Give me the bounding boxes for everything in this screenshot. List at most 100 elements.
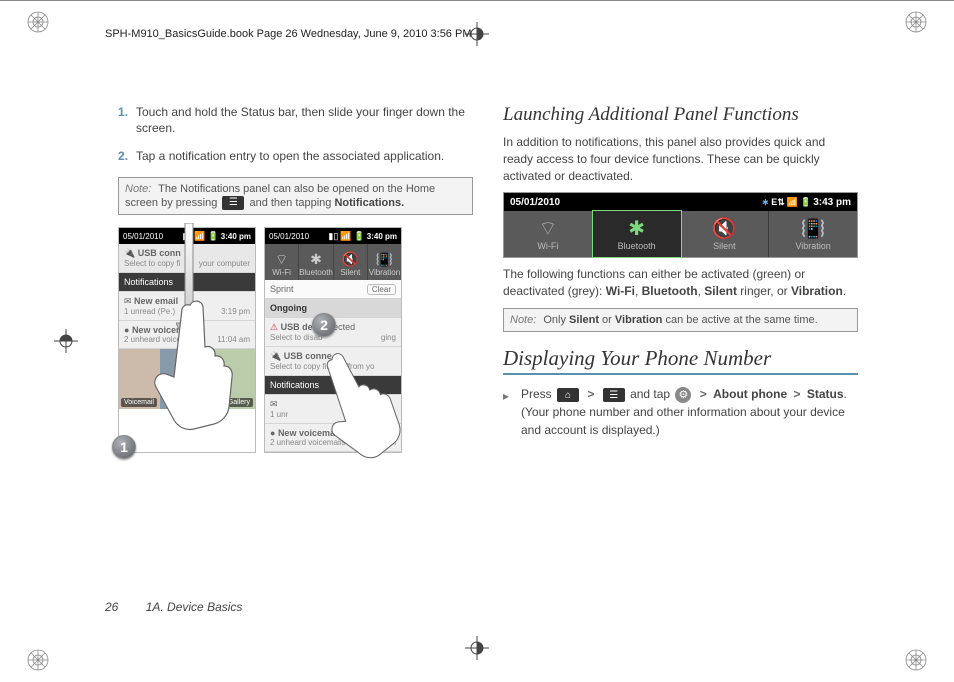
- toggle-wifi: Wi-Fi: [272, 268, 291, 277]
- phone1-email: New email: [134, 296, 178, 306]
- phone1-email-time: 3:19 pm: [221, 307, 250, 316]
- para-functions-list: The following functions can either be ac…: [503, 266, 858, 300]
- silent-icon: 🔇: [334, 250, 367, 268]
- crop-rosette-top-right: [904, 10, 928, 34]
- thumb-gallery: Gallery: [225, 398, 253, 407]
- figure-row: 05/01/2010 ▮▯📶🔋3:40 pm 🔌 USB conn Select…: [118, 227, 473, 453]
- instr-and-tap: and tap: [630, 387, 673, 401]
- chapter-title: 1A. Device Basics: [146, 600, 243, 614]
- bluetooth-icon: ✱: [299, 250, 333, 268]
- p2-voicemail: New voicemails: [278, 428, 345, 438]
- usb-conn: USB conne: [284, 351, 332, 361]
- battery-icon: 🔋: [800, 197, 811, 208]
- usb-dbg-sub: Select to disab: [270, 333, 322, 342]
- b-wifi: Wi-Fi: [606, 284, 635, 298]
- phone1-usb-sub2: your computer: [199, 259, 250, 268]
- phone2-notifications-header: Notifications: [265, 376, 401, 395]
- vibration-icon: 📳: [769, 217, 857, 241]
- note-silent-vibration: Note: Only Silent or Vibration can be ac…: [503, 308, 858, 332]
- toggle-bluetooth: Bluetooth: [299, 268, 333, 277]
- func-silent: Silent: [713, 241, 736, 251]
- thumb-voicemail: Voicemail: [121, 398, 157, 407]
- note2-c: can be active at the same time.: [662, 314, 817, 326]
- p2-vm-sub: 2 unheard voicemails: [270, 438, 346, 447]
- phone1-usb-title: USB conn: [138, 248, 181, 258]
- callout-1: 1: [112, 435, 136, 459]
- page-number: 26: [105, 600, 118, 614]
- crop-rosette-bottom-right: [904, 648, 928, 672]
- status-label: Status: [807, 387, 844, 401]
- instr-press: Press: [521, 387, 555, 401]
- b-bt: Bluetooth: [642, 284, 698, 298]
- function-panel-screenshot: 05/01/2010 ∗E⇅📶🔋3:43 pm ⌔Wi-Fi ✱Bluetoot…: [503, 192, 858, 258]
- func-wifi: Wi-Fi: [537, 241, 558, 251]
- menu-key-icon: ☰: [603, 388, 625, 402]
- crop-line-top: [0, 0, 954, 1]
- p2-mid: ringer, or: [737, 284, 791, 298]
- toggle-vibration: Vibration: [369, 268, 400, 277]
- note-notifications-panel: Note: The Notifications panel can also b…: [118, 177, 473, 216]
- about-phone-label: About phone: [713, 387, 787, 401]
- b-silent: Silent: [704, 284, 737, 298]
- note2-b2: Vibration: [615, 314, 662, 326]
- gt-3: >: [793, 387, 800, 401]
- phone1-home-thumbnails: Voicemail Gallery: [119, 349, 255, 409]
- silent-icon: 🔇: [681, 217, 769, 241]
- bt-status-icon: ∗: [762, 197, 770, 208]
- phone1-usb-sub: Select to copy fi: [124, 259, 180, 268]
- bluetooth-icon: ✱: [593, 217, 681, 241]
- wifi-icon: ⌔: [265, 250, 298, 268]
- note2-b1: Silent: [569, 314, 599, 326]
- phone1-email-sub: 1 unread (Pe.): [124, 307, 175, 316]
- note-text-after: and then tapping: [249, 197, 334, 209]
- func-time: 3:43 pm: [813, 197, 851, 208]
- phone1-time: 3:40 pm: [221, 232, 251, 241]
- p2-email-sub2: (Pe.): [379, 410, 396, 419]
- swipe-down-arrow-icon: [176, 223, 202, 353]
- func-vibration: Vibration: [795, 241, 830, 251]
- note-bold-notifications: Notifications.: [334, 197, 404, 209]
- registration-mark-bottom: [465, 636, 489, 660]
- left-column: Touch and hold the Status bar, then slid…: [118, 104, 473, 614]
- phone1-vm-time: 11:04 am: [217, 335, 250, 344]
- usb-dbg-sub2: ging: [381, 333, 396, 342]
- heading-displaying-phone-number: Displaying Your Phone Number: [503, 346, 858, 375]
- menu-key-icon: ☰: [222, 196, 244, 210]
- usb-conn-sub: Select to copy files to/from yo: [270, 362, 375, 371]
- signal-icon: 📶: [787, 197, 798, 208]
- triangle-bullet-icon: ▸: [503, 387, 509, 405]
- phone2-date: 05/01/2010: [269, 232, 309, 241]
- gt-2: >: [700, 387, 707, 401]
- phone-screenshot-2: 05/01/2010 ▮▯📶🔋3:40 pm ⌔Wi-Fi ✱Bluetooth…: [264, 227, 402, 453]
- callout-2: 2: [312, 313, 336, 337]
- step-2: Tap a notification entry to open the ass…: [118, 148, 473, 164]
- note-label: Note:: [125, 183, 151, 195]
- page-header-filename: SPH-M910_BasicsGuide.book Page 26 Wednes…: [105, 28, 472, 40]
- clear-button-mock: Clear: [367, 284, 396, 295]
- note2-b: or: [599, 314, 615, 326]
- home-key-icon: ⌂: [557, 388, 579, 402]
- gt-1: >: [587, 387, 594, 401]
- crop-rosette-bottom-left: [26, 648, 50, 672]
- para-panel-intro: In addition to notifications, this panel…: [503, 134, 858, 184]
- p2-email-sub: 1 unr: [270, 410, 288, 419]
- page-footer: 26 1A. Device Basics: [105, 600, 242, 614]
- phone1-date: 05/01/2010: [123, 232, 163, 241]
- wifi-icon: ⌔: [504, 217, 592, 241]
- data-icon: E⇅: [771, 197, 785, 208]
- instruction-display-number: ▸ Press ⌂ > ☰ and tap ⚙ > About phone > …: [503, 385, 858, 439]
- b-vib: Vibration: [791, 284, 843, 298]
- vibration-icon: 📳: [368, 250, 401, 268]
- note2-label: Note:: [510, 314, 536, 326]
- toggle-silent: Silent: [340, 268, 360, 277]
- carrier-label: Sprint: [270, 284, 294, 294]
- p2-vm-time: 11:04 am: [363, 438, 396, 447]
- heading-launching-panel-functions: Launching Additional Panel Functions: [503, 104, 858, 126]
- step-1: Touch and hold the Status bar, then slid…: [118, 104, 473, 136]
- right-column: Launching Additional Panel Functions In …: [503, 104, 858, 614]
- func-bluetooth: Bluetooth: [618, 241, 656, 251]
- note2-a: Only: [543, 314, 569, 326]
- func-date: 05/01/2010: [510, 197, 560, 208]
- phone2-time: 3:40 pm: [367, 232, 397, 241]
- ongoing-header: Ongoing: [265, 299, 401, 318]
